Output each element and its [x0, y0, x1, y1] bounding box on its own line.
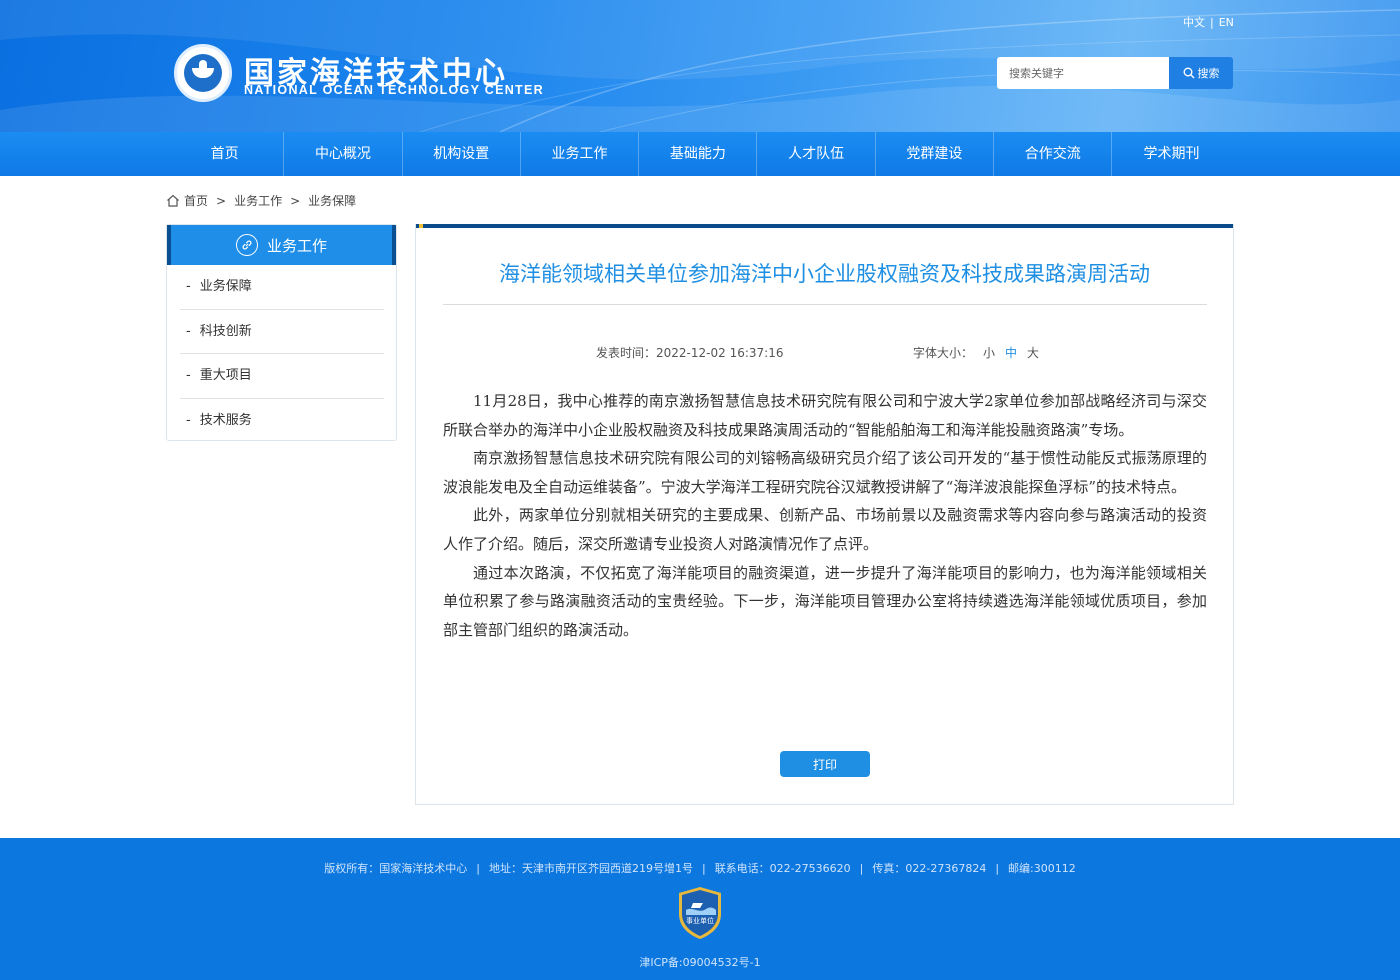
- footer-address: 地址：天津市南开区芥园西道219号增1号: [488, 862, 693, 875]
- search-button[interactable]: 搜索: [1169, 57, 1233, 89]
- article-top-bar: [416, 224, 1233, 228]
- breadcrumb-separator: >: [290, 193, 301, 208]
- sidebar-item-major-projects[interactable]: - 重大项目: [180, 354, 384, 400]
- search-input[interactable]: [997, 57, 1169, 89]
- breadcrumb: 首页 > 业务工作 > 业务保障: [166, 192, 356, 209]
- publish-label: 发表时间：: [596, 346, 657, 360]
- nav-item-about[interactable]: 中心概况: [284, 132, 403, 176]
- sidebar-header: 业务工作: [167, 225, 396, 265]
- footer-info: 版权所有：国家海洋技术中心 | 地址：天津市南开区芥园西道219号增1号 | 联系电话：…: [0, 860, 1400, 876]
- article-paragraph: 南京激扬智慧信息技术研究院有限公司的刘镕畅高级研究员介绍了该公司开发的“基于惯性…: [443, 449, 1207, 496]
- nav-item-home[interactable]: 首页: [166, 132, 285, 176]
- search-button-label: 搜索: [1197, 67, 1220, 80]
- sidebar-item-label: 技术服务: [199, 413, 252, 429]
- footer-postcode: 邮编:300112: [1008, 862, 1076, 875]
- site-header: 国家海洋技术中心 NATIONAL OCEAN TECHNOLOGY CENTE…: [0, 0, 1400, 132]
- sidebar-title: 业务工作: [266, 236, 327, 255]
- breadcrumb-home[interactable]: 首页: [184, 192, 208, 209]
- search-icon: [1183, 67, 1194, 79]
- font-size-large[interactable]: 大: [1027, 346, 1039, 360]
- font-size-small[interactable]: 小: [983, 346, 995, 360]
- lang-en-link[interactable]: EN: [1219, 16, 1234, 29]
- publish-time: 发表时间：2022-12-02 16:37:16: [596, 344, 783, 361]
- list-dash: -: [186, 413, 191, 429]
- sidebar-item-label: 重大项目: [199, 368, 252, 384]
- footer-separator: |: [995, 862, 1000, 875]
- publish-value: 2022-12-02 16:37:16: [656, 346, 784, 360]
- article-panel: 海洋能领域相关单位参加海洋中小企业股权融资及科技成果路演周活动 发表时间：202…: [415, 224, 1234, 805]
- nav-item-organization[interactable]: 机构设置: [403, 132, 521, 176]
- sidebar-item-innovation[interactable]: - 科技创新: [180, 310, 384, 355]
- nav-item-capability[interactable]: 基础能力: [639, 132, 758, 176]
- font-size-control: 字体大小： 小中大: [913, 344, 1039, 361]
- article-title: 海洋能领域相关单位参加海洋中小企业股权融资及科技成果路演周活动: [499, 262, 1150, 286]
- link-icon: [235, 234, 258, 256]
- footer-fax: 传真：022-27367824: [872, 862, 987, 875]
- footer-separator: |: [859, 862, 864, 875]
- sidebar-item-label: 科技创新: [199, 323, 252, 339]
- breadcrumb-current[interactable]: 业务保障: [308, 192, 356, 209]
- footer-copyright: 版权所有：国家海洋技术中心: [324, 862, 468, 875]
- sidebar-item-label: 业务保障: [199, 279, 252, 294]
- breadcrumb-business[interactable]: 业务工作: [234, 192, 282, 209]
- nav-item-business[interactable]: 业务工作: [521, 132, 640, 176]
- article-paragraph: 11月28日，我中心推荐的南京激扬智慧信息技术研究院有限公司和宁波大学2家单位参…: [443, 392, 1207, 439]
- footer-phone: 联系电话：022-27536620: [714, 862, 851, 875]
- nav-item-talent[interactable]: 人才队伍: [757, 132, 876, 176]
- lang-cn-link[interactable]: 中文: [1183, 16, 1205, 29]
- site-name-en[interactable]: NATIONAL OCEAN TECHNOLOGY CENTER: [244, 83, 544, 97]
- footer-separator: |: [476, 862, 480, 875]
- font-size-label: 字体大小：: [913, 346, 974, 360]
- sidebar-item-business-support[interactable]: - 业务保障: [180, 265, 384, 310]
- sidebar: 业务工作 - 业务保障 - 科技创新 - 重大项目 - 技术服务: [166, 224, 397, 441]
- main-nav: 首页 中心概况 机构设置 业务工作 基础能力 人才队伍 党群建设 合作交流 学术…: [0, 132, 1400, 176]
- article-paragraph: 此外，两家单位分别就相关研究的主要成果、创新产品、市场前景以及融资需求等内容向参…: [443, 506, 1207, 553]
- footer-separator: |: [701, 862, 706, 875]
- print-button[interactable]: 打印: [780, 751, 870, 777]
- lang-separator: |: [1210, 16, 1214, 29]
- language-switch: 中文 | EN: [1183, 14, 1234, 30]
- home-icon: [167, 194, 179, 207]
- article-paragraph: 通过本次路演，不仅拓宽了海洋能项目的融资渠道，进一步提升了海洋能项目的影响力，也…: [443, 563, 1207, 639]
- list-dash: -: [186, 279, 191, 294]
- list-dash: -: [186, 323, 191, 339]
- sidebar-item-tech-service[interactable]: - 技术服务: [180, 399, 384, 444]
- nav-item-party[interactable]: 党群建设: [876, 132, 995, 176]
- site-logo-emblem[interactable]: [174, 44, 232, 102]
- badge-label: 事业单位: [686, 916, 714, 925]
- font-size-medium[interactable]: 中: [1005, 346, 1017, 360]
- nav-item-cooperation[interactable]: 合作交流: [994, 132, 1113, 176]
- breadcrumb-separator: >: [216, 193, 227, 208]
- site-footer: 版权所有：国家海洋技术中心 | 地址：天津市南开区芥园西道219号增1号 | 联系电话：…: [0, 838, 1400, 980]
- list-dash: -: [186, 368, 191, 384]
- nav-item-journal[interactable]: 学术期刊: [1112, 132, 1230, 176]
- public-institution-badge-icon[interactable]: 事业单位: [677, 886, 723, 940]
- title-divider: [443, 304, 1207, 305]
- icp-record[interactable]: 津ICP备:09004532号-1: [0, 954, 1400, 970]
- article-body: 11月28日，我中心推荐的南京激扬智慧信息技术研究院有限公司和宁波大学2家单位参…: [443, 387, 1207, 644]
